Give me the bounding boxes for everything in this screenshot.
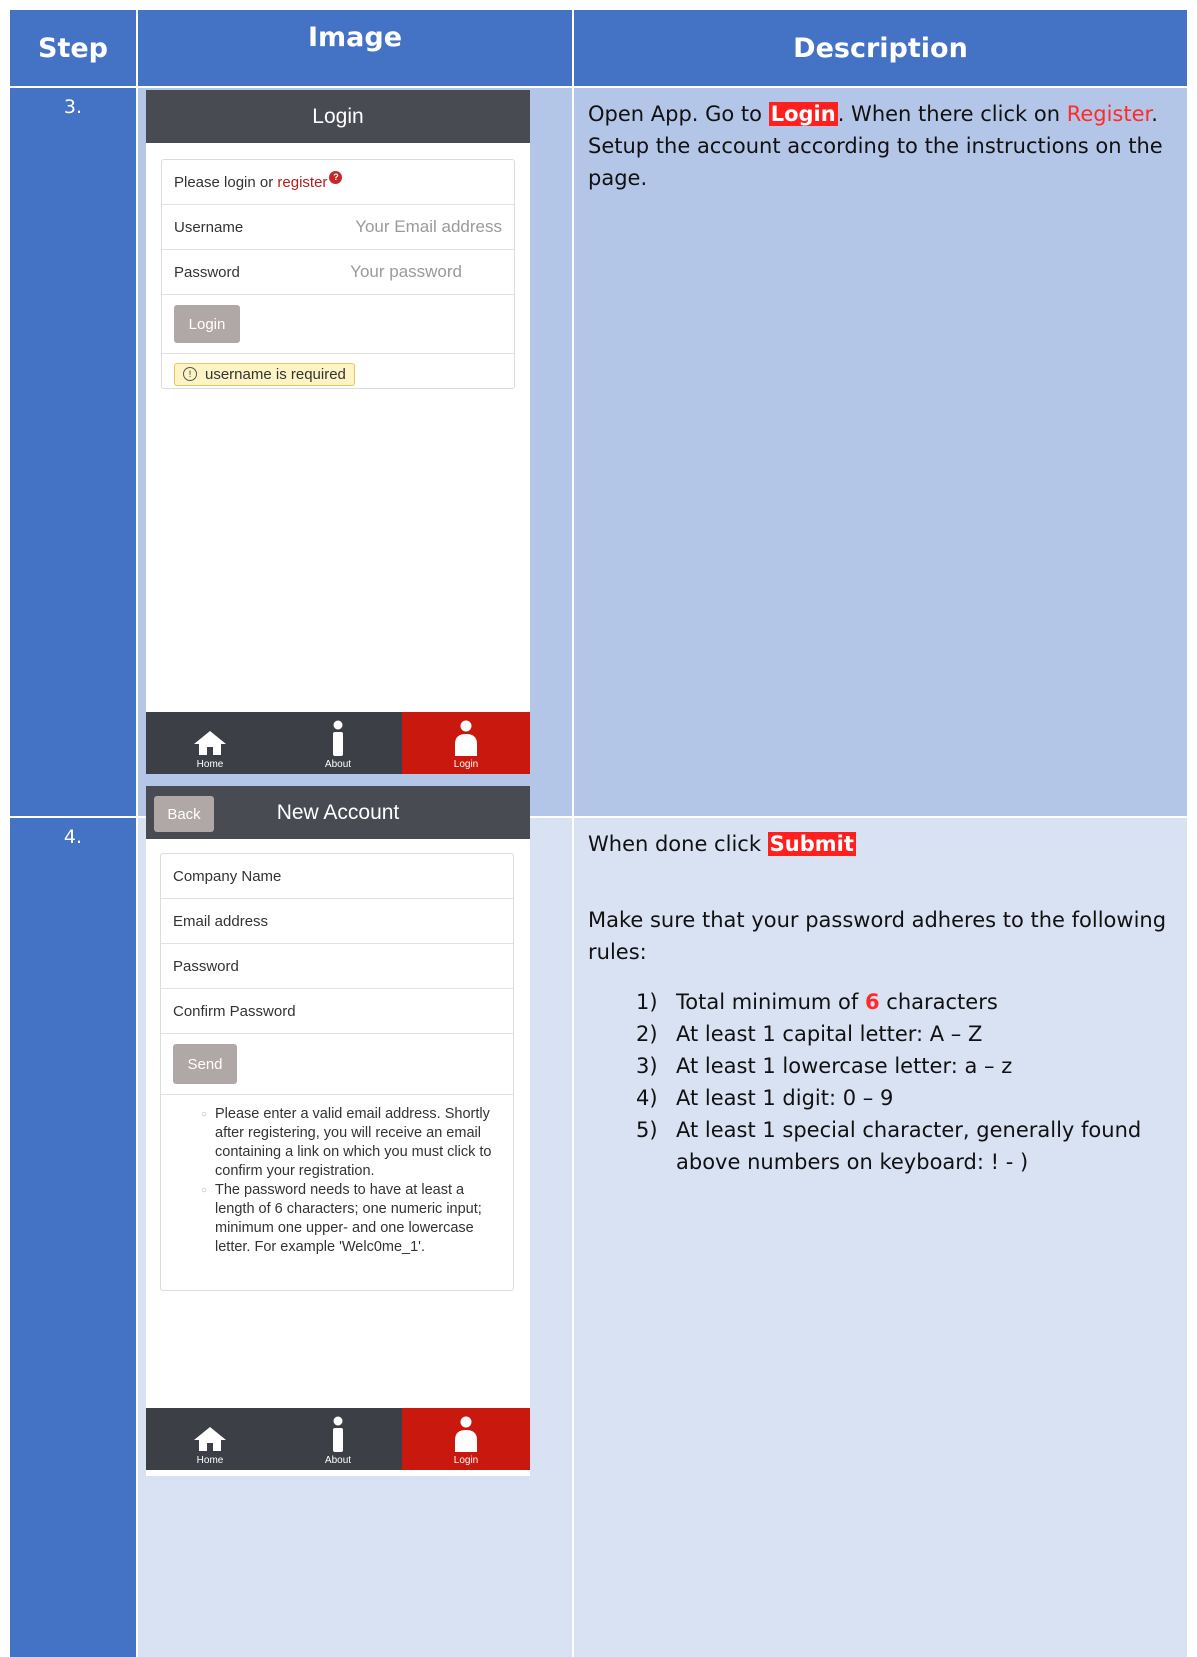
desc-login-highlight: Login [768, 102, 838, 126]
info-icon [333, 720, 343, 756]
rule-item: 4) At least 1 digit: 0 – 9 [588, 1082, 1173, 1114]
desc-text: . When there click on [837, 102, 1067, 126]
confirm-password-field[interactable]: Confirm Password [161, 989, 513, 1034]
rule-text: characters [879, 990, 998, 1014]
rule-text: At least 1 special character, generally … [676, 1118, 1142, 1174]
desc-text: Open App. Go to [588, 102, 769, 126]
send-button[interactable]: Send [173, 1044, 237, 1084]
tab-about-label: About [324, 1455, 352, 1466]
tab-about[interactable]: About [274, 1408, 402, 1470]
user-icon [455, 720, 477, 756]
tab-home-label: Home [196, 759, 224, 770]
help-icon[interactable]: ? [329, 170, 343, 184]
rule-text: Total minimum of [676, 990, 865, 1014]
registration-notes: ○ Please enter a valid email address. Sho… [161, 1105, 513, 1257]
rule-text: At least 1 lowercase letter: a – z [676, 1054, 1013, 1078]
desc-register-text: Register [1066, 102, 1152, 126]
desc-paragraph: Make sure that your password adheres to … [588, 908, 1167, 964]
password-rules: 1) Total minimum of 6 characters 2) At lea… [588, 986, 1173, 1178]
screen-title: Login [146, 90, 530, 143]
tab-about-label: About [324, 759, 352, 770]
prompt-text: Please login or [174, 173, 278, 191]
password-field[interactable]: Password [161, 944, 513, 989]
rule-number: 2) [636, 1022, 658, 1046]
note-email: Please enter a valid email address. Shor… [215, 1106, 492, 1179]
step-number: 4. [10, 818, 136, 1657]
login-prompt: Please login or register ? [162, 160, 514, 205]
login-button[interactable]: Login [174, 305, 240, 343]
description-cell: Open App. Go to Login. When there click … [574, 88, 1187, 816]
header-image: Image [138, 10, 572, 86]
header-description: Description [574, 10, 1187, 86]
tab-login-label: Login [453, 759, 479, 770]
warning-text: username is required [205, 365, 346, 383]
email-input[interactable]: Email address [173, 913, 268, 930]
new-account-screen: Back New Account Company Name Email addr… [146, 786, 530, 1476]
login-button-row: Login [162, 295, 514, 354]
screen-titlebar: Back New Account [146, 786, 530, 839]
desc-submit-highlight: Submit [767, 832, 856, 856]
password-input[interactable]: Your password [350, 262, 462, 282]
image-cell-login: Login Please login or register ? Usernam… [138, 88, 572, 816]
rule-text: At least 1 digit: 0 – 9 [676, 1086, 894, 1110]
tab-home[interactable]: Home [146, 1408, 274, 1470]
info-icon [333, 1416, 343, 1452]
user-icon [455, 1416, 477, 1452]
password-field[interactable]: Password Your password [162, 250, 514, 295]
list-item: ○ The password needs to have at least a l… [201, 1182, 482, 1255]
tab-login[interactable]: Login [402, 712, 530, 774]
rule-item: 3) At least 1 lowercase letter: a – z [588, 1050, 1173, 1082]
tab-about[interactable]: About [274, 712, 402, 774]
tab-home-label: Home [196, 1455, 224, 1466]
description-cell: When done click Submit Make sure that yo… [574, 818, 1187, 1657]
back-button[interactable]: Back [154, 796, 214, 832]
home-icon [194, 1427, 226, 1451]
warning-icon: ! [183, 367, 197, 381]
screen-title: New Account [276, 800, 400, 824]
desc-text: When done click [588, 832, 768, 856]
login-screen: Login Please login or register ? Usernam… [146, 90, 530, 774]
list-item: ○ Please enter a valid email address. Sho… [201, 1106, 492, 1179]
username-label: Username [174, 218, 244, 236]
confirm-password-input[interactable]: Confirm Password [173, 1003, 296, 1020]
tab-bar: Home About Login [146, 1408, 530, 1470]
home-icon [194, 731, 226, 755]
validation-row: ! username is required [162, 354, 514, 394]
username-field[interactable]: Username Your Email address [162, 205, 514, 250]
rule-item: 5) At least 1 special character, generall… [588, 1114, 1173, 1178]
rule-item: 2) At least 1 capital letter: A – Z [588, 1018, 1173, 1050]
tab-bar: Home About Login [146, 712, 530, 774]
tab-login[interactable]: Login [402, 1408, 530, 1470]
header-step: Step [10, 10, 136, 86]
login-form: Please login or register ? Username Your… [161, 159, 515, 389]
rule-highlight: 6 [864, 990, 880, 1014]
register-link[interactable]: register [277, 174, 327, 191]
step-number: 3. [10, 88, 136, 816]
send-button-row: Send [161, 1034, 513, 1095]
note-password: The password needs to have at least a le… [215, 1182, 482, 1255]
register-form: Company Name Email address Password Conf… [160, 853, 514, 1291]
password-label: Password [174, 263, 240, 281]
password-input[interactable]: Password [173, 958, 239, 975]
username-input[interactable]: Your Email address [355, 217, 502, 237]
tab-login-label: Login [453, 1455, 479, 1466]
rule-number: 1) [636, 990, 658, 1014]
rule-item: 1) Total minimum of 6 characters [588, 986, 1173, 1018]
rule-number: 5) [636, 1118, 658, 1142]
company-name-field[interactable]: Company Name [161, 854, 513, 899]
email-field[interactable]: Email address [161, 899, 513, 944]
company-name-input[interactable]: Company Name [173, 868, 281, 885]
rule-number: 3) [636, 1054, 658, 1078]
tab-home[interactable]: Home [146, 712, 274, 774]
rule-text: At least 1 capital letter: A – Z [676, 1022, 983, 1046]
validation-message: ! username is required [174, 362, 355, 386]
rule-number: 4) [636, 1086, 658, 1110]
desc-line: When done click Submit [588, 828, 1173, 860]
